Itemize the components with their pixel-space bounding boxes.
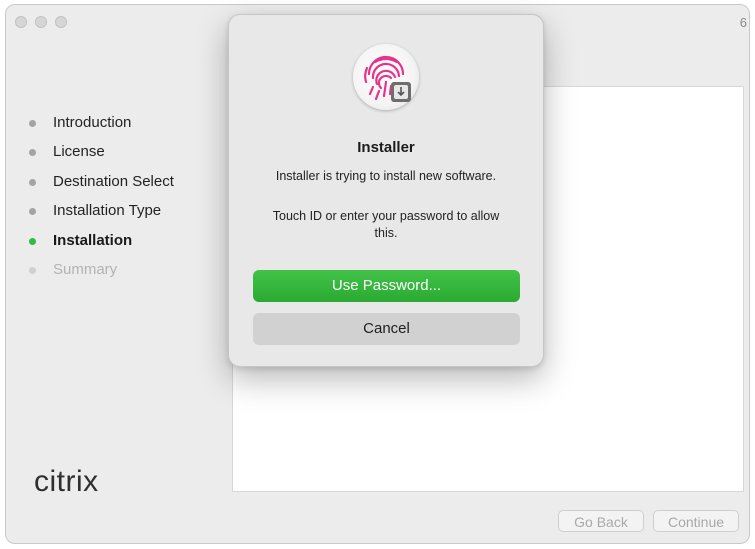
go-back-button[interactable]: Go Back [558, 510, 644, 532]
close-window-button[interactable] [15, 16, 27, 28]
citrix-logo: citrix [34, 465, 99, 498]
step-destination-select: Destination Select [26, 172, 174, 201]
authentication-dialog: Installer Installer is trying to install… [228, 14, 544, 367]
step-bullet-icon [29, 149, 36, 157]
step-label: Installation Type [53, 202, 162, 220]
step-bullet-icon [29, 208, 36, 216]
step-label: Summary [53, 260, 118, 278]
titlebar-lock-icon: 6 [739, 15, 747, 30]
step-label: Introduction [53, 114, 132, 131]
installer-steps: Introduction License Destination Select … [26, 113, 174, 289]
step-bullet-icon [29, 120, 36, 127]
step-label: Destination Select [53, 172, 174, 190]
step-license: License [26, 142, 174, 171]
step-label: Installation [53, 231, 133, 249]
dialog-title: Installer [357, 139, 415, 156]
step-installation-type: Installation Type [26, 201, 174, 230]
minimize-window-button[interactable] [35, 16, 47, 28]
step-bullet-icon [29, 178, 36, 186]
cancel-button[interactable]: Cancel [253, 313, 520, 345]
step-introduction: Introduction [26, 113, 174, 142]
zoom-window-button[interactable] [55, 16, 67, 28]
touch-id-fingerprint-icon [353, 44, 419, 110]
step-bullet-active-icon [29, 237, 36, 245]
step-summary: Summary [26, 260, 174, 289]
continue-button[interactable]: Continue [653, 510, 739, 532]
dialog-info-text: Touch ID or enter your password to allow… [272, 209, 500, 240]
step-installation: Installation [26, 231, 174, 260]
step-label: License [53, 143, 105, 161]
step-bullet-icon [29, 266, 36, 274]
use-password-button[interactable]: Use Password... [253, 270, 520, 302]
dialog-message: Installer is trying to install new softw… [275, 169, 497, 183]
